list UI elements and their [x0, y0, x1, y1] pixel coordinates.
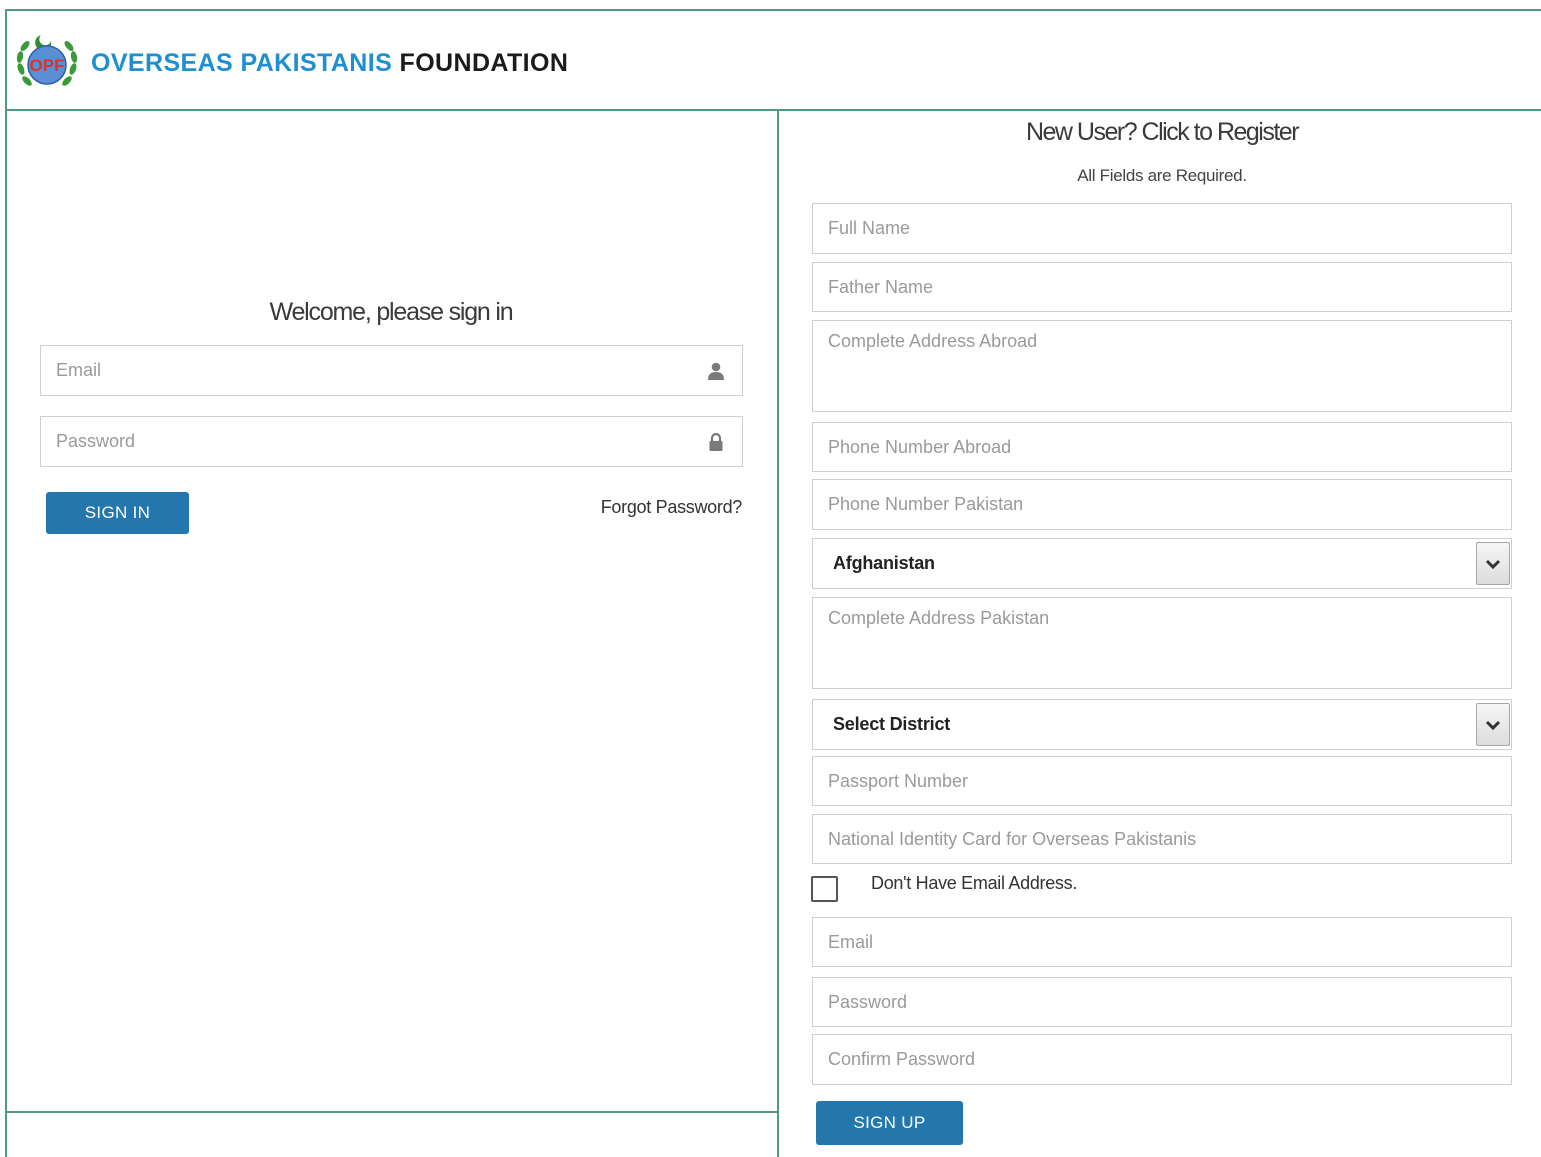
country-select-value: Afghanistan [833, 553, 935, 573]
login-email-field [40, 345, 743, 396]
opf-emblem-icon: OPF [16, 35, 78, 86]
sign-up-button[interactable]: SIGN UP [816, 1101, 963, 1145]
brand-name-primary: OVERSEAS PAKISTANIS [91, 49, 393, 77]
user-icon [708, 362, 724, 380]
brand-name-secondary: FOUNDATION [399, 49, 569, 77]
register-email-input[interactable] [812, 917, 1512, 967]
login-password-input[interactable] [41, 417, 742, 466]
login-email-input[interactable] [41, 346, 742, 395]
full-name-input[interactable] [812, 203, 1512, 254]
passport-number-input[interactable] [812, 756, 1512, 806]
phone-abroad-input[interactable] [812, 422, 1512, 472]
svg-text:OPF: OPF [30, 56, 65, 75]
frame-left-line [5, 9, 7, 1157]
panel-divider-line [777, 111, 779, 1157]
brand-name: OVERSEAS PAKISTANIS FOUNDATION [91, 49, 568, 78]
register-subtitle: All Fields are Required. [1077, 166, 1247, 185]
father-name-input[interactable] [812, 262, 1512, 312]
login-password-field [40, 416, 743, 467]
chevron-down-icon [1485, 720, 1501, 730]
register-title: New User? Click to Register [1025, 118, 1300, 146]
district-select-arrow[interactable] [1476, 703, 1510, 746]
no-email-label: Don't Have Email Address. [871, 873, 1078, 893]
site-header: OPF OVERSEAS PAKISTANIS FOUNDATION [7, 11, 1541, 110]
forgot-password-link[interactable]: Forgot Password? [560, 497, 743, 518]
country-select-arrow[interactable] [1476, 542, 1510, 585]
left-panel-bottom-line [7, 1111, 778, 1113]
confirm-password-input[interactable] [812, 1034, 1512, 1085]
address-abroad-textarea[interactable] [812, 320, 1512, 412]
chevron-down-icon [1485, 559, 1501, 569]
district-select[interactable]: Select District [812, 699, 1512, 750]
no-email-checkbox[interactable] [811, 876, 838, 902]
lock-icon [709, 432, 723, 451]
sign-in-button[interactable]: SIGN IN [46, 492, 189, 534]
address-pakistan-textarea[interactable] [812, 597, 1512, 689]
register-password-input[interactable] [812, 977, 1512, 1027]
nicop-input[interactable] [812, 814, 1512, 864]
country-select[interactable]: Afghanistan [812, 538, 1512, 589]
phone-pakistan-input[interactable] [812, 479, 1512, 530]
login-title: Welcome, please sign in [269, 298, 514, 326]
district-select-value: Select District [833, 714, 951, 734]
